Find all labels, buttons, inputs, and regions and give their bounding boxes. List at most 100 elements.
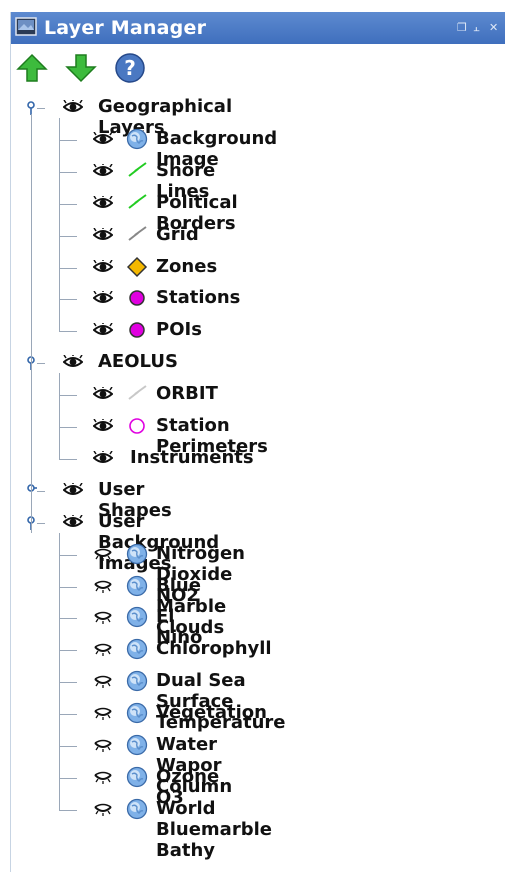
expanded-toggle-icon[interactable] xyxy=(25,101,37,115)
close-icon[interactable]: ✕ xyxy=(489,21,498,34)
tree-layer-label: Station Perimeters xyxy=(156,415,268,457)
pin-icon[interactable]: ⫠ xyxy=(473,21,480,35)
green-down-arrow-icon xyxy=(65,54,97,83)
globe-icon xyxy=(126,128,148,150)
tree-connector xyxy=(59,777,77,779)
eye-closed-icon[interactable] xyxy=(93,738,113,752)
eye-open-icon[interactable] xyxy=(93,450,113,465)
restore-icon[interactable]: ❐ xyxy=(457,21,467,34)
eye-closed-icon[interactable] xyxy=(93,579,113,593)
tree-layer-label: Grid xyxy=(156,223,199,245)
tree-connector xyxy=(59,395,77,397)
eye-open-icon[interactable] xyxy=(63,514,83,529)
eye-open-icon[interactable] xyxy=(93,323,113,337)
tree-layer-label: Shore Lines xyxy=(156,159,216,202)
eye-open-icon[interactable] xyxy=(93,131,113,146)
tree-connector xyxy=(59,267,77,269)
eye-open-icon[interactable] xyxy=(63,100,83,114)
eye-open-icon[interactable] xyxy=(63,482,83,497)
tree-connector xyxy=(59,682,77,684)
tree-layer-label: Nitrogen Dioxide NO2 xyxy=(156,542,245,606)
tree-group-label: User Shapes xyxy=(98,478,172,521)
eye-closed-icon[interactable] xyxy=(93,802,113,816)
tree-group-label: AEOLUS xyxy=(98,351,178,373)
tree-layer-label: Background Image xyxy=(156,127,278,170)
tree-connector xyxy=(37,522,45,524)
eye-closed-icon[interactable] xyxy=(93,674,113,689)
eye-open-icon[interactable] xyxy=(93,195,113,210)
tree-root-line xyxy=(31,114,32,533)
move-up-button[interactable] xyxy=(16,52,48,84)
globe-icon xyxy=(126,607,148,628)
tree-connector xyxy=(59,586,77,588)
tree-connector xyxy=(59,427,77,428)
tree-group-row[interactable] xyxy=(11,92,505,122)
tree-layer-label: POIs xyxy=(156,319,202,341)
tree-group-row[interactable] xyxy=(11,475,505,505)
tree-layer-label: World Bluemarble Bathy xyxy=(156,797,272,861)
window-title: Layer Manager xyxy=(44,17,207,39)
magenta-dot-icon xyxy=(129,322,145,339)
eye-open-icon[interactable] xyxy=(93,163,113,178)
tree-group-row[interactable] xyxy=(11,347,505,377)
tree-layer-label: Instruments xyxy=(130,446,254,468)
eye-closed-icon[interactable] xyxy=(93,610,113,625)
orange-diamond-icon xyxy=(126,256,148,277)
tree-group-label: Geographical Layers xyxy=(98,96,233,138)
globe-icon xyxy=(126,798,148,819)
tree-connector xyxy=(59,299,77,301)
globe-icon xyxy=(126,671,148,692)
tree-connector xyxy=(37,363,45,365)
svg-text:?: ? xyxy=(124,56,136,80)
window-icon xyxy=(15,17,37,36)
tree-layer-label: Dual Sea Surface Temperature xyxy=(156,670,286,734)
tree-layer-label: Ozone O3 xyxy=(156,765,220,808)
magenta-ring-icon xyxy=(129,418,145,434)
tree-layer-label: Zones xyxy=(156,255,218,277)
eye-open-icon[interactable] xyxy=(93,291,113,305)
tree-layer-label: Blue Marble Clouds xyxy=(156,574,227,638)
tree-layer-label: ORBIT xyxy=(156,383,218,405)
tree-connector xyxy=(59,809,77,811)
globe-icon xyxy=(126,702,148,724)
tree-connector xyxy=(59,714,77,716)
tree-connector xyxy=(59,554,77,556)
tree-layer-label: Chlorophyll xyxy=(156,638,272,660)
eye-open-icon[interactable] xyxy=(93,259,113,274)
globe-icon xyxy=(126,766,148,788)
tree-connector xyxy=(37,108,45,109)
globe-icon xyxy=(126,639,148,660)
globe-icon xyxy=(126,543,148,564)
tree-group-label: User Background Images xyxy=(98,510,220,574)
tree-connector xyxy=(59,139,77,141)
tree-connector xyxy=(59,746,77,747)
eye-open-icon[interactable] xyxy=(63,355,83,369)
light-gray-line-icon xyxy=(128,385,147,400)
magenta-dot-icon xyxy=(129,290,145,307)
eye-open-icon[interactable] xyxy=(93,419,113,433)
title-bar[interactable]: Layer Manager ❐ ⫠ ✕ xyxy=(11,12,505,44)
tree-layer-label: Vegetation xyxy=(156,702,267,724)
toolbar: ? xyxy=(11,50,505,96)
tree-connector xyxy=(59,235,77,237)
tree-connector xyxy=(37,490,45,492)
tree-connector xyxy=(59,458,77,460)
move-down-button[interactable] xyxy=(65,52,97,84)
eye-open-icon[interactable] xyxy=(93,387,113,401)
tree-group-row[interactable] xyxy=(11,507,505,537)
eye-closed-icon[interactable] xyxy=(93,770,113,784)
green-up-arrow-icon xyxy=(16,53,48,82)
tree-connector xyxy=(59,650,77,652)
globe-icon xyxy=(126,575,148,596)
tree-layer-label: Political Borders xyxy=(156,191,238,234)
tree-layer-label: El Nino xyxy=(156,606,203,649)
eye-closed-icon[interactable] xyxy=(93,706,113,721)
layer-manager-panel: Layer Manager ❐ ⫠ ✕ ? Geographical Layer… xyxy=(10,12,505,872)
tree-connector xyxy=(59,618,77,620)
help-button[interactable]: ? xyxy=(114,52,146,84)
green-line-icon xyxy=(128,193,147,209)
green-line-icon xyxy=(128,161,147,177)
eye-closed-icon[interactable] xyxy=(93,642,113,657)
eye-open-icon[interactable] xyxy=(93,227,113,242)
eye-closed-icon[interactable] xyxy=(93,547,113,561)
